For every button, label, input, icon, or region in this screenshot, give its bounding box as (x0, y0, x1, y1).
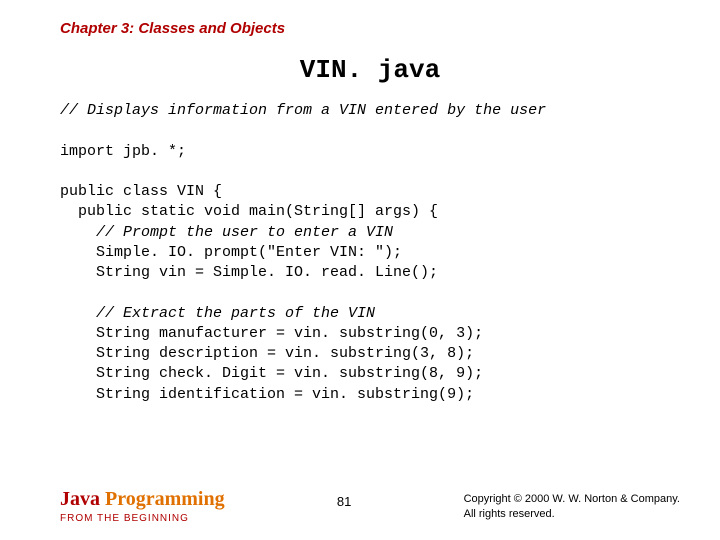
code-line: String description = vin. substring(3, 8… (60, 345, 474, 362)
brand-word-programming: Programming (105, 488, 225, 510)
brand-word-java: Java (60, 488, 105, 510)
code-line: // Prompt the user to enter a VIN (60, 224, 393, 241)
code-line: Simple. IO. prompt("Enter VIN: "); (60, 244, 402, 261)
page-number: 81 (337, 494, 351, 509)
code-line: public static void main(String[] args) { (60, 203, 438, 220)
code-line: String check. Digit = vin. substring(8, … (60, 365, 483, 382)
code-line: String identification = vin. substring(9… (60, 386, 474, 403)
copyright: Copyright © 2000 W. W. Norton & Company.… (464, 492, 680, 523)
slide-title: VIN. java (60, 55, 680, 85)
code-line: public class VIN { (60, 183, 222, 200)
code-line: // Displays information from a VIN enter… (60, 102, 546, 119)
brand-title: Java Programming (60, 488, 225, 511)
code-line: // Extract the parts of the VIN (60, 305, 375, 322)
code-line: String manufacturer = vin. substring(0, … (60, 325, 483, 342)
copyright-line: All rights reserved. (464, 507, 680, 522)
footer: Java Programming FROM THE BEGINNING 81 C… (0, 488, 720, 524)
chapter-heading: Chapter 3: Classes and Objects (60, 20, 680, 37)
code-line: String vin = Simple. IO. read. Line(); (60, 264, 438, 281)
brand-block: Java Programming FROM THE BEGINNING (60, 488, 225, 524)
brand-subtitle: FROM THE BEGINNING (60, 513, 225, 524)
code-block: // Displays information from a VIN enter… (60, 101, 680, 405)
copyright-line: Copyright © 2000 W. W. Norton & Company. (464, 492, 680, 507)
code-line: import jpb. *; (60, 143, 186, 160)
